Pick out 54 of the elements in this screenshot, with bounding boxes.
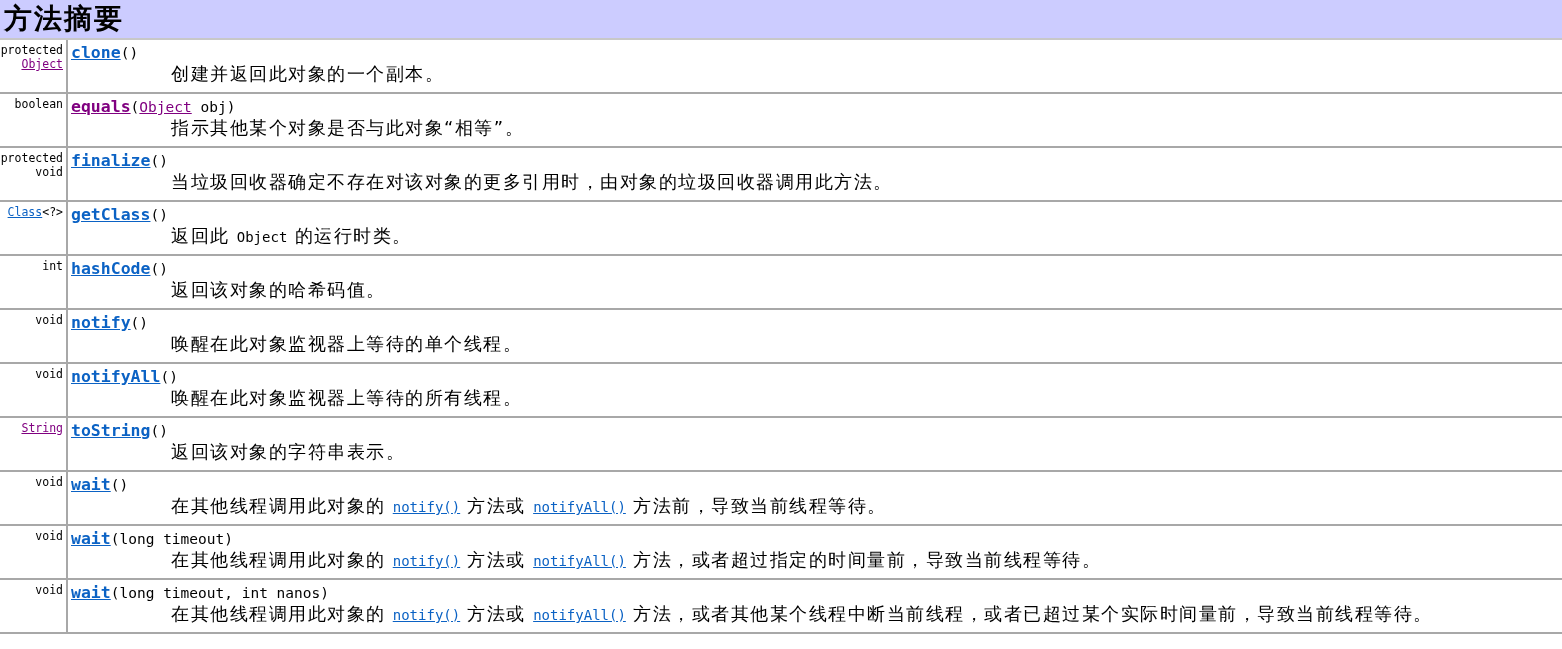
method-params: (long timeout, int nanos) [110,585,329,601]
method-params: () [160,369,178,385]
method-ref-link[interactable]: notifyAll() [533,553,626,569]
method-params: () [150,261,168,277]
type-link[interactable]: Object [21,57,63,71]
method-params: () [150,423,168,439]
return-type: int [42,259,63,273]
type-link[interactable]: Object [139,99,192,115]
method-description: 唤醒在此对象监视器上等待的所有线程。 [171,387,522,408]
method-description: 在其他线程调用此对象的 notify() 方法或 notifyAll() 方法前，导致当前线程等待。 [171,495,887,516]
method-description: 返回该对象的哈希码值。 [171,279,386,300]
method-description: 指示其他某个对象是否与此对象“相等”。 [171,117,525,138]
method-link[interactable]: clone [71,43,121,62]
method-link[interactable]: notify [71,313,131,332]
return-type: void [35,367,63,381]
method-description: 在其他线程调用此对象的 notify() 方法或 notifyAll() 方法，或者其他某个线程中断当前线程，或者已超过某个实际时间量前，导致当前线程等待。 [171,603,1433,624]
method-description: 返回此 Object 的运行时类。 [171,225,412,246]
method-params: () [120,45,139,61]
method-link[interactable]: finalize [71,151,151,170]
method-description: 返回该对象的字符串表示。 [171,441,405,462]
method-link[interactable]: equals [71,97,131,116]
method-description: 创建并返回此对象的一个副本。 [171,63,444,84]
return-type: boolean [14,97,63,111]
return-type: void [35,313,63,327]
method-params: () [150,153,168,169]
method-link[interactable]: wait [71,475,111,494]
method-params: () [150,207,168,223]
return-type: protected Object [0,43,63,71]
return-type: void [35,583,63,597]
method-ref-link[interactable]: notify() [392,553,461,569]
type-link[interactable]: Class [7,205,43,219]
method-link[interactable]: notifyAll [71,367,161,386]
method-ref-link[interactable]: notify() [392,499,461,515]
section-heading: 方法摘要 [0,0,1562,40]
method-link[interactable]: wait [71,529,111,548]
return-type: void [35,529,63,543]
method-params: () [110,477,129,493]
method-ref-link[interactable]: notifyAll() [533,499,626,515]
method-params: (long timeout) [110,531,233,547]
method-params: () [130,315,149,331]
method-ref-link[interactable]: notify() [392,607,461,623]
return-type: void [35,475,63,489]
method-description: 在其他线程调用此对象的 notify() 方法或 notifyAll() 方法，或者超过指定的时间量前，导致当前线程等待。 [171,549,1102,570]
method-description: 唤醒在此对象监视器上等待的单个线程。 [171,333,522,354]
method-description: 当垃圾回收器确定不存在对该对象的更多引用时，由对象的垃圾回收器调用此方法。 [171,171,893,192]
method-params: (Object obj) [130,99,236,115]
method-link[interactable]: hashCode [71,259,151,278]
type-link[interactable]: String [21,421,63,435]
method-link[interactable]: getClass [71,205,151,224]
method-ref-link[interactable]: notifyAll() [533,607,626,623]
return-type: Class<?> [7,205,63,219]
return-type: protected void [0,151,63,179]
method-link[interactable]: toString [71,421,151,440]
method-link[interactable]: wait [71,583,111,602]
